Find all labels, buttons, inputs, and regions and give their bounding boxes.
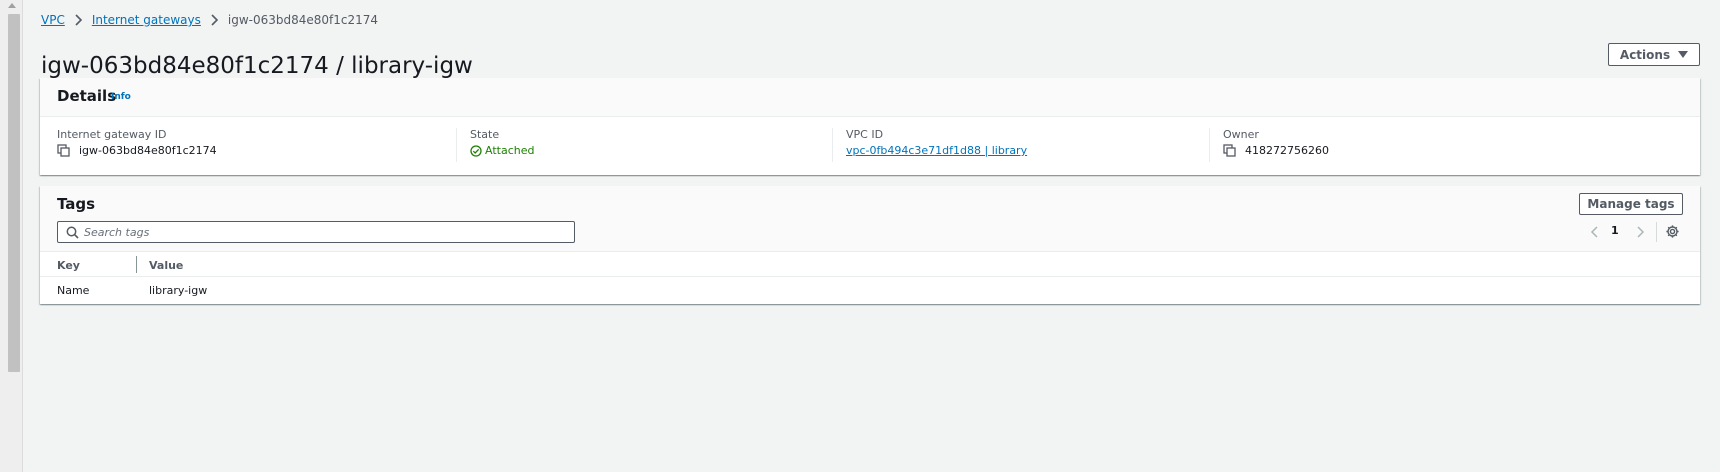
details-panel: Details Info Internet gateway ID igw-063…: [40, 78, 1700, 175]
state-value: Attached: [485, 144, 535, 157]
actions-button-label: Actions: [1619, 47, 1671, 62]
search-tags-input[interactable]: [84, 222, 564, 242]
state-label: State: [470, 128, 500, 141]
table-header-bottom-line: [40, 276, 1700, 277]
breadcrumb-vpc[interactable]: VPC: [41, 13, 65, 27]
column-divider: [832, 128, 833, 162]
vpc-id-link[interactable]: vpc-0fb494c3e71df1d88 | library: [846, 144, 1027, 157]
breadcrumb-current: igw-063bd84e80f1c2174: [227, 13, 379, 27]
status-success-icon: [470, 144, 482, 157]
owner-value-row: 418272756260: [1223, 144, 1329, 157]
tags-title: Tags: [57, 195, 96, 213]
owner-value: 418272756260: [1245, 144, 1329, 157]
column-resize-handle[interactable]: [136, 256, 137, 273]
vpc-id-field: VPC ID vpc-0fb494c3e71df1d88 | library: [846, 128, 1027, 162]
manage-tags-button[interactable]: Manage tags: [1579, 193, 1683, 215]
vpc-id-label: VPC ID: [846, 128, 884, 141]
gateway-id-value: igw-063bd84e80f1c2174: [79, 144, 217, 157]
column-divider: [1209, 128, 1210, 162]
state-field: State Attached: [470, 128, 534, 162]
chevron-right-icon: [75, 14, 82, 26]
tags-panel: Tags: [40, 186, 1700, 304]
gateway-id-value-row: igw-063bd84e80f1c2174: [57, 144, 217, 157]
column-header-key[interactable]: Key: [57, 259, 80, 272]
gateway-id-label: Internet gateway ID: [57, 128, 167, 141]
actions-button[interactable]: Actions: [1608, 43, 1700, 66]
state-value-row: Attached: [470, 144, 534, 157]
details-header: Details Info: [40, 78, 1700, 117]
pagination-divider: [1656, 222, 1657, 242]
search-tags-box[interactable]: [57, 221, 575, 243]
caret-down-icon: [1678, 51, 1689, 58]
column-header-value[interactable]: Value: [149, 259, 183, 272]
owner-label: Owner: [1223, 128, 1259, 141]
pagination-current-page[interactable]: 1: [1611, 224, 1619, 237]
table-header-top-line: [40, 251, 1700, 252]
page-title: igw-063bd84e80f1c2174 / library-igw: [41, 53, 473, 80]
chevron-left-icon[interactable]: [1589, 225, 1601, 239]
copy-icon[interactable]: [57, 144, 70, 157]
gateway-id-field: Internet gateway ID igw-063bd84e80f1c217…: [57, 128, 217, 162]
search-icon: [66, 226, 79, 239]
scroll-thumb[interactable]: [8, 14, 20, 372]
tag-value-cell: library-igw: [149, 284, 208, 297]
chevron-right-icon[interactable]: [1634, 225, 1646, 239]
page-scrollbar[interactable]: [0, 0, 23, 472]
breadcrumb: VPC Internet gateways igw-063bd84e80f1c2…: [41, 13, 378, 27]
owner-field: Owner 418272756260: [1223, 128, 1329, 162]
copy-icon[interactable]: [1223, 144, 1236, 157]
column-divider: [456, 128, 457, 162]
info-link[interactable]: Info: [111, 92, 131, 102]
tag-key-cell: Name: [57, 284, 90, 297]
scroll-up-arrow-icon[interactable]: [8, 3, 16, 8]
chevron-right-icon: [211, 14, 219, 26]
gear-icon[interactable]: [1665, 224, 1680, 239]
breadcrumb-internet-gateways[interactable]: Internet gateways: [92, 13, 201, 27]
details-title: Details: [57, 87, 117, 105]
